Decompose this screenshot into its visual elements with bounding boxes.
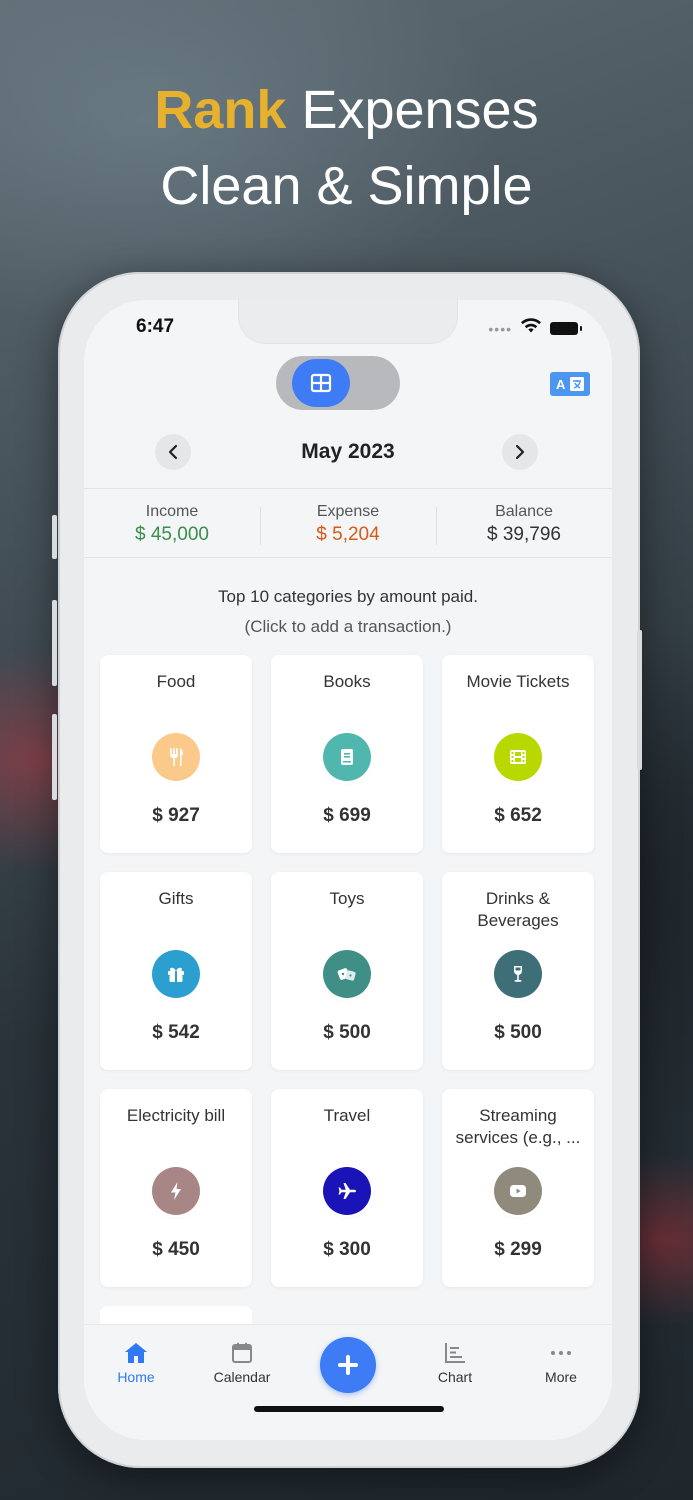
balance-summary: Balance $ 39,796 xyxy=(436,489,612,557)
status-time: 6:47 xyxy=(136,316,175,337)
category-card-electricity[interactable]: Electricity bill $ 450 xyxy=(100,1089,252,1287)
category-amount: $ 300 xyxy=(323,1239,371,1260)
status-icons: •••• xyxy=(488,318,582,339)
headline-line1: Expenses xyxy=(286,80,539,140)
income-value: $ 45,000 xyxy=(135,524,209,545)
headline-accent: Rank xyxy=(154,80,287,140)
volume-down-button xyxy=(52,714,57,800)
category-card-toys[interactable]: Toys $ 500 xyxy=(271,872,423,1070)
tab-label: More xyxy=(545,1369,577,1385)
category-name: Streaming services (e.g., ... xyxy=(455,1106,581,1147)
category-card-gifts[interactable]: Gifts $ 542 xyxy=(100,872,252,1070)
film-icon xyxy=(494,733,542,781)
category-amount: $ 542 xyxy=(152,1022,200,1043)
income-summary: Income $ 45,000 xyxy=(84,489,260,557)
month-navigator: May 2023 xyxy=(84,434,612,470)
book-icon xyxy=(323,733,371,781)
income-title: Income xyxy=(145,503,199,520)
tab-label: Calendar xyxy=(213,1369,271,1385)
more-dots-icon xyxy=(551,1351,571,1355)
bottom-tab-bar: Home Calendar Chart More xyxy=(84,1324,612,1440)
wine-glass-icon xyxy=(494,950,542,998)
ranking-description: Top 10 categories by amount paid. (Click… xyxy=(84,582,612,642)
tab-more[interactable]: More xyxy=(521,1339,601,1385)
volume-up-button xyxy=(52,600,57,686)
next-month-button[interactable] xyxy=(502,434,538,470)
category-card-movie-tickets[interactable]: Movie Tickets $ 652 xyxy=(442,655,594,853)
category-card-drinks[interactable]: Drinks & Beverages $ 500 xyxy=(442,872,594,1070)
chevron-right-icon xyxy=(515,444,525,460)
category-amount: $ 299 xyxy=(494,1239,542,1260)
play-button-icon xyxy=(494,1167,542,1215)
notch xyxy=(238,300,458,344)
svg-text:A: A xyxy=(556,377,566,392)
wifi-icon xyxy=(520,318,542,339)
gift-icon xyxy=(152,950,200,998)
tab-chart[interactable]: Chart xyxy=(415,1339,495,1385)
balance-value: $ 39,796 xyxy=(487,524,561,545)
category-name: Drinks & Beverages xyxy=(477,889,559,930)
calendar-icon xyxy=(232,1342,252,1363)
tab-label: Chart xyxy=(437,1369,473,1385)
translate-icon: A xyxy=(556,377,584,392)
language-button[interactable]: A xyxy=(550,372,590,396)
signal-dots-icon: •••• xyxy=(488,320,512,337)
category-name: Books xyxy=(323,672,371,691)
lightning-icon xyxy=(152,1167,200,1215)
side-button xyxy=(52,515,57,559)
category-card-books[interactable]: Books $ 699 xyxy=(271,655,423,853)
category-amount: $ 652 xyxy=(494,805,542,826)
category-amount: $ 500 xyxy=(323,1022,371,1043)
chart-icon xyxy=(445,1343,465,1363)
category-name: Movie Tickets xyxy=(466,672,570,691)
category-amount: $ 927 xyxy=(152,805,200,826)
power-button xyxy=(637,630,642,770)
category-name: Electricity bill xyxy=(126,1106,226,1125)
airplane-icon xyxy=(323,1167,371,1215)
dice-icon xyxy=(323,950,371,998)
category-name: Travel xyxy=(323,1106,371,1125)
battery-icon xyxy=(550,322,582,335)
category-card-food[interactable]: Food $ 927 xyxy=(100,655,252,853)
category-amount: $ 450 xyxy=(152,1239,200,1260)
description-line1: Top 10 categories by amount paid. xyxy=(218,587,478,606)
category-name: Food xyxy=(156,672,196,691)
category-amount: $ 699 xyxy=(323,805,371,826)
add-transaction-button[interactable] xyxy=(320,1337,376,1393)
promo-headline: Rank Expenses Clean & Simple xyxy=(0,72,693,224)
balance-title: Balance xyxy=(495,503,553,520)
category-card-travel[interactable]: Travel $ 300 xyxy=(271,1089,423,1287)
category-amount: $ 500 xyxy=(494,1022,542,1043)
home-icon xyxy=(125,1343,147,1363)
month-summary: Income $ 45,000 Expense $ 5,204 Balance … xyxy=(84,488,612,558)
home-indicator xyxy=(254,1406,444,1412)
grid-view-icon xyxy=(310,373,332,393)
category-card-streaming[interactable]: Streaming services (e.g., ... $ 299 xyxy=(442,1089,594,1287)
view-toggle xyxy=(276,356,400,410)
app-screen: 6:47 •••• A May 2023 Income $ 45,000 Exp… xyxy=(84,300,612,1440)
tab-home[interactable]: Home xyxy=(96,1339,176,1385)
tab-label: Home xyxy=(117,1369,155,1385)
category-name: Gifts xyxy=(158,889,194,908)
grid-view-button[interactable] xyxy=(292,359,350,407)
headline-line2: Clean & Simple xyxy=(160,156,533,216)
category-name: Toys xyxy=(329,889,365,908)
expense-title: Expense xyxy=(316,503,380,520)
description-line2: (Click to add a transaction.) xyxy=(244,617,452,636)
expense-value: $ 5,204 xyxy=(316,524,380,545)
expense-summary: Expense $ 5,204 xyxy=(260,489,436,557)
tab-calendar[interactable]: Calendar xyxy=(202,1339,282,1385)
plus-icon xyxy=(338,1355,358,1375)
fork-knife-icon xyxy=(152,733,200,781)
